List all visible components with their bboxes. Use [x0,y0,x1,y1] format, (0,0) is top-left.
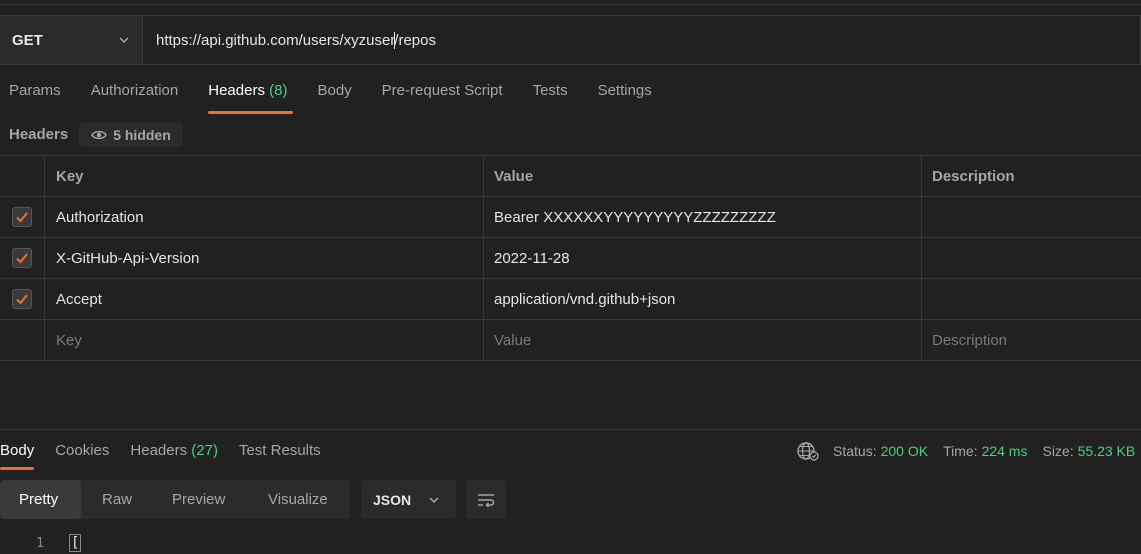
header-key-cell[interactable]: X-GitHub-Api-Version [45,238,484,278]
tab-tests[interactable]: Tests [533,82,568,118]
tab-params[interactable]: Params [9,82,61,118]
header-description-cell[interactable] [922,197,1141,237]
header-value-cell[interactable]: 2022-11-28 [484,238,922,278]
header-key-cell[interactable]: Authorization [45,197,484,237]
headers-table: Key Value Description Authorization Bear… [0,155,1141,361]
response-view-selector: Pretty Raw Preview Visualize [0,480,350,519]
tab-count: (8) [269,82,288,99]
row-checkbox-cell [0,320,45,360]
response-body-code: 1 [ [0,534,82,552]
view-raw[interactable]: Raw [81,480,151,519]
enable-header-checkbox[interactable] [12,289,32,309]
tab-label: Pre-request Script [381,82,503,99]
enable-header-checkbox[interactable] [12,207,32,227]
tab-label: Params [9,82,61,99]
header-value-cell[interactable]: Bearer XXXXXXYYYYYYYYYZZZZZZZZZ [484,197,922,237]
request-tabs: Params Authorization Headers (8) Body Pr… [0,82,682,118]
response-divider[interactable] [0,429,1141,430]
table-row: Authorization Bearer XXXXXXYYYYYYYYYZZZZ… [0,197,1141,238]
response-tab-test-results[interactable]: Test Results [239,442,321,470]
new-key-input[interactable]: Key [45,320,484,360]
new-description-input[interactable]: Description [922,320,1141,360]
chevron-down-icon [119,37,129,44]
tab-headers[interactable]: Headers (8) [208,82,294,118]
url-text-before-caret: https://api.github.com/users/xyzuser [156,31,396,49]
status-value[interactable]: 200 OK [881,443,928,459]
response-tabs: Body Cookies Headers (27) Test Results [0,442,342,470]
table-row: X-GitHub-Api-Version 2022-11-28 [0,238,1141,279]
header-key-cell[interactable]: Accept [45,279,484,319]
row-checkbox-cell [0,238,45,278]
tab-pre-request-script[interactable]: Pre-request Script [382,82,503,118]
tab-settings[interactable]: Settings [598,82,652,118]
tab-label: Body [317,82,352,99]
new-header-row: Key Value Description [0,320,1141,361]
check-icon [16,253,28,264]
tab-label: Headers [208,82,265,99]
tab-authorization[interactable]: Authorization [91,82,179,118]
view-pretty[interactable]: Pretty [0,480,81,519]
request-url-bar: GET https://api.github.com/users/xyzuser… [0,15,1141,65]
format-label: JSON [373,491,412,508]
format-select[interactable]: JSON [361,480,456,519]
header-description-cell[interactable] [922,238,1141,278]
chevron-down-icon [429,496,439,503]
eye-icon [91,130,108,140]
tab-label: Cookies [55,442,110,459]
tab-label: Test Results [238,442,321,459]
table-row: Accept application/vnd.github+json [0,279,1141,320]
time-label: Time: [943,443,978,459]
tab-count: (27) [191,442,218,459]
wrap-lines-icon [478,493,495,507]
size-value[interactable]: 55.23 KB [1078,443,1136,459]
top-divider [0,4,1141,5]
check-icon [16,294,28,305]
checkbox-column-header [0,156,45,196]
new-value-input[interactable]: Value [484,320,922,360]
hidden-headers-toggle[interactable]: 5 hidden [79,123,183,147]
check-icon [16,212,28,223]
method-label: GET [12,31,43,49]
time-value[interactable]: 224 ms [982,443,1028,459]
tab-label: Authorization [90,82,179,99]
status-label: Status: [833,443,877,459]
header-value-cell[interactable]: application/vnd.github+json [484,279,922,319]
response-tab-headers[interactable]: Headers (27) [130,442,218,470]
url-text-after-caret: /repos [394,31,436,49]
url-input[interactable]: https://api.github.com/users/xyzuser/rep… [143,15,1141,65]
column-header-value: Value [484,156,922,196]
method-select[interactable]: GET [0,15,143,65]
headers-section-title: Headers [9,126,69,143]
line-number: 1 [36,535,44,551]
hidden-headers-label: 5 hidden [113,127,171,143]
enable-header-checkbox[interactable] [12,248,32,268]
tab-label: Body [0,442,35,459]
code-line[interactable]: [ [69,534,82,552]
tab-label: Settings [597,82,652,99]
tab-label: Headers [130,442,188,459]
response-status-bar: Status: 200 OK Time: 224 ms Size: 55.23 … [797,441,1135,461]
row-checkbox-cell [0,197,45,237]
response-tab-body[interactable]: Body [0,442,35,470]
table-header-row: Key Value Description [0,155,1141,197]
headers-subheader: Headers 5 hidden [9,123,183,147]
header-description-cell[interactable] [922,279,1141,319]
row-checkbox-cell [0,279,45,319]
view-visualize[interactable]: Visualize [247,480,350,519]
response-tab-cookies[interactable]: Cookies [55,442,109,470]
tab-label: Tests [532,82,568,99]
wrap-lines-button[interactable] [466,480,506,519]
view-preview[interactable]: Preview [151,480,247,519]
globe-icon[interactable] [797,441,819,461]
tab-body[interactable]: Body [317,82,351,118]
size-label: Size: [1042,443,1074,459]
column-header-key: Key [45,156,484,196]
column-header-description: Description [932,167,1015,185]
